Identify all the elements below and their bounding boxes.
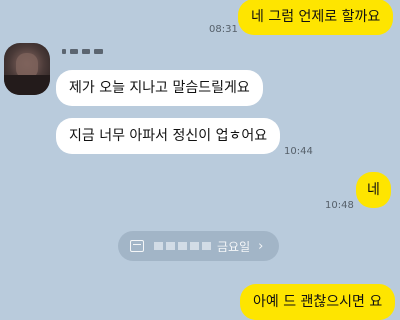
message-time: 10:48: [325, 200, 354, 211]
sender-name: [62, 46, 103, 56]
sent-message-bubble[interactable]: 네: [356, 172, 391, 208]
date-divider[interactable]: 금요일 ›: [118, 231, 279, 261]
calendar-icon: [130, 240, 144, 252]
message-time: 10:44: [284, 146, 313, 157]
sent-message-bubble[interactable]: 네 그럼 언제로 할까요: [238, 0, 394, 35]
date-label: 금요일: [217, 239, 251, 254]
received-message-bubble[interactable]: 제가 오늘 지나고 말슴드릴게요: [56, 70, 263, 106]
received-message-bubble[interactable]: 지금 너무 아파서 정신이 업ㅎ어요: [56, 118, 281, 154]
sent-message-bubble[interactable]: 아예 드 괜찮으시면 요: [240, 284, 396, 320]
message-time: 08:31: [209, 24, 238, 35]
chevron-right-icon: ›: [258, 238, 264, 254]
sender-avatar[interactable]: [4, 43, 50, 95]
